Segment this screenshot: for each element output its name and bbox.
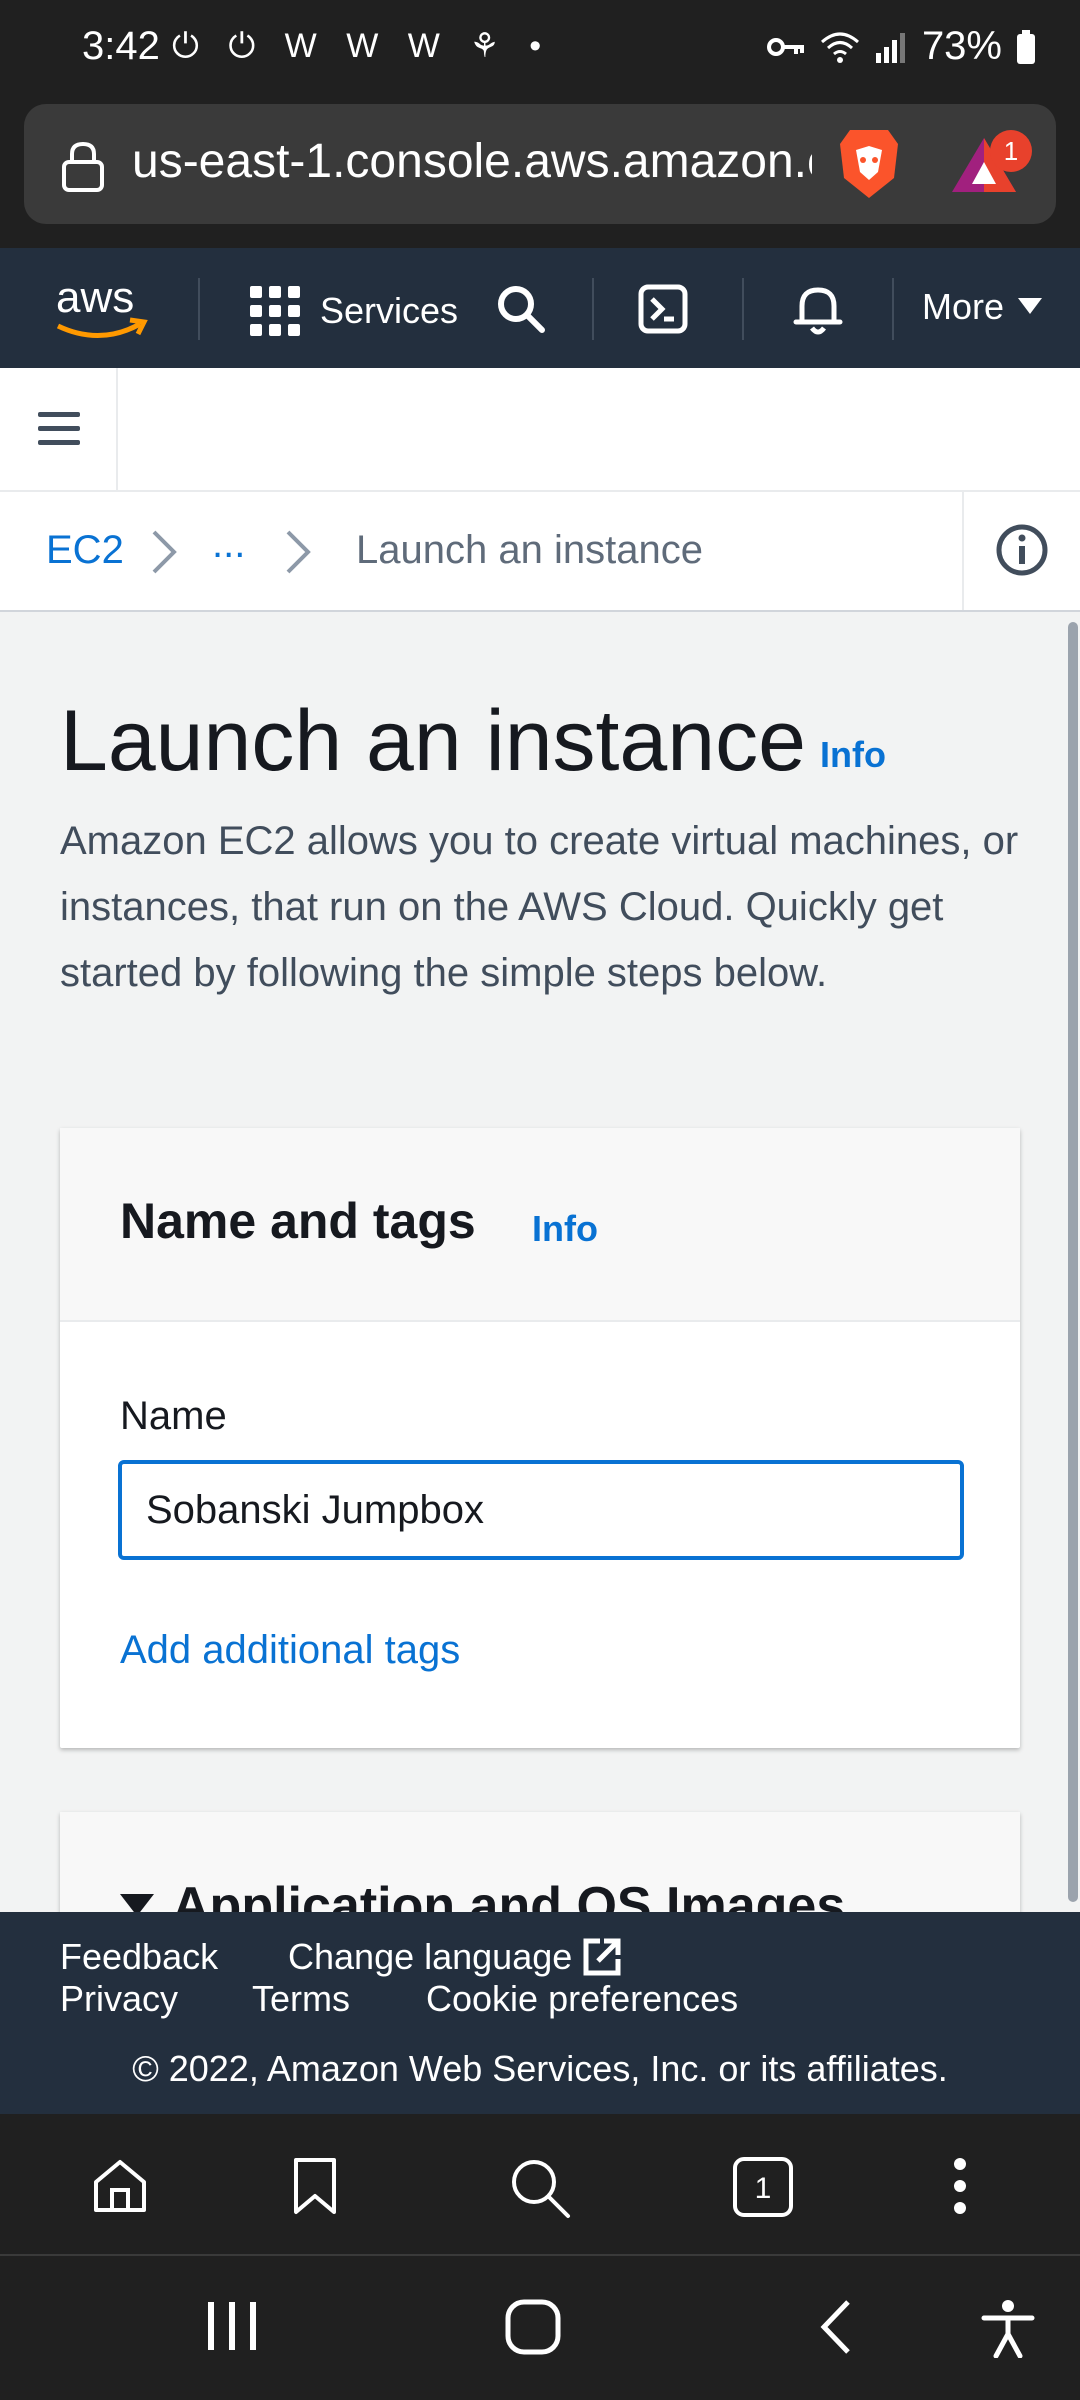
page-title: Launch an instance <box>60 693 806 789</box>
home-icon[interactable] <box>90 2156 150 2216</box>
services-label: Services <box>320 290 459 331</box>
tabs-icon[interactable]: 1 <box>732 2156 794 2218</box>
breadcrumb-ec2-link[interactable]: EC2 <box>46 528 124 573</box>
url-text[interactable]: us-east-1.console.aws.amazon.com/ec2/hom… <box>132 134 812 189</box>
search-icon[interactable] <box>508 2156 572 2220</box>
back-icon[interactable] <box>816 2298 856 2356</box>
console-footer: Feedback Change language Privacy Terms C… <box>0 1912 1080 2114</box>
more-label: More <box>922 286 1005 327</box>
panel-info-link[interactable]: Info <box>532 1208 598 1250</box>
search-icon[interactable] <box>496 284 546 334</box>
status-bar: 3:42 ⏻ ⏻ W W W ⚘ • 73% <box>0 0 1080 100</box>
hamburger-icon <box>38 412 80 417</box>
hamburger-icon <box>38 426 80 431</box>
panel-title[interactable]: Application and OS Images <box>120 1876 845 1912</box>
app-os-heading: Application and OS Images <box>172 1877 846 1912</box>
battery-percent: 73% <box>921 24 1002 68</box>
hamburger-icon <box>38 440 80 445</box>
external-link-icon <box>583 1938 621 1976</box>
panel-title: Name and tags <box>120 1193 476 1249</box>
change-language-link[interactable]: Change language <box>288 1936 622 1978</box>
nav-divider <box>592 278 594 340</box>
system-indicators: 73% <box>766 24 1036 69</box>
aws-logo[interactable]: aws <box>52 270 150 346</box>
name-input[interactable] <box>118 1460 964 1560</box>
battery-icon <box>1017 29 1035 64</box>
privacy-link[interactable]: Privacy <box>60 1978 178 2020</box>
main-content: Launch an instance Info Amazon EC2 allow… <box>0 612 1066 1912</box>
copyright: © 2022, Amazon Web Services, Inc. or its… <box>132 2048 948 2089</box>
wifi-icon <box>820 32 859 63</box>
nav-divider <box>198 278 200 340</box>
scrollbar-thumb[interactable] <box>1068 622 1078 1902</box>
side-nav-toggle-bar <box>0 368 1080 492</box>
nav-divider <box>892 278 894 340</box>
chevron-right-icon <box>152 530 177 574</box>
more-menu-button[interactable]: More <box>922 286 1043 328</box>
bookmark-icon[interactable] <box>290 2156 340 2216</box>
change-language-label: Change language <box>288 1936 573 1977</box>
info-panel-button[interactable] <box>962 492 1080 610</box>
terms-link[interactable]: Terms <box>252 1978 350 2020</box>
info-circle-icon <box>996 524 1048 576</box>
address-bar[interactable]: us-east-1.console.aws.amazon.com/ec2/hom… <box>24 104 1056 224</box>
accessibility-icon[interactable] <box>980 2298 1036 2358</box>
aws-logo-text: aws <box>56 273 134 322</box>
lock-icon[interactable] <box>60 140 106 192</box>
brave-shields-icon[interactable] <box>836 126 902 202</box>
tab-count: 1 <box>755 2172 772 2205</box>
android-nav-bar <box>0 2256 1080 2400</box>
add-additional-tags-link[interactable]: Add additional tags <box>120 1628 460 1673</box>
clock: 3:42 <box>82 24 160 68</box>
rewards-badge: 1 <box>990 130 1032 172</box>
services-menu-button[interactable]: Services <box>250 286 458 336</box>
aws-top-nav: aws Services More <box>0 248 1080 368</box>
home-nav-icon[interactable] <box>504 2298 562 2356</box>
feedback-link[interactable]: Feedback <box>60 1936 218 1978</box>
vpn-key-icon <box>766 37 804 56</box>
breadcrumb: EC2 ... Launch an instance <box>0 492 1080 612</box>
nav-divider <box>742 278 744 340</box>
name-label: Name <box>120 1394 227 1438</box>
caret-down-icon <box>1018 298 1043 314</box>
page-description: Amazon EC2 allows you to create virtual … <box>60 819 1019 995</box>
page-info-link[interactable]: Info <box>820 734 886 776</box>
signal-icon <box>875 32 905 63</box>
name-and-tags-panel: Name and tags Info Name Add additional t… <box>60 1128 1020 1748</box>
application-os-images-panel: Application and OS Images <box>60 1812 1020 1912</box>
caret-down-icon <box>120 1894 154 1912</box>
chevron-right-icon <box>286 530 311 574</box>
panel-header: Name and tags Info <box>60 1128 1020 1322</box>
breadcrumb-current: Launch an instance <box>356 528 703 572</box>
notification-icons: ⏻ ⏻ W W W ⚘ • <box>172 27 552 65</box>
overflow-menu-icon[interactable] <box>950 2156 970 2216</box>
recent-apps-icon[interactable] <box>204 2298 260 2354</box>
browser-toolbar: 1 <box>0 2114 1080 2256</box>
bell-icon[interactable] <box>792 282 844 336</box>
cookie-preferences-link[interactable]: Cookie preferences <box>426 1978 738 2020</box>
cloudshell-icon[interactable] <box>638 284 688 334</box>
hamburger-menu-button[interactable] <box>0 368 118 490</box>
grid-icon <box>250 286 300 336</box>
breadcrumb-ellipsis[interactable]: ... <box>212 522 245 567</box>
browser-address-area: us-east-1.console.aws.amazon.com/ec2/hom… <box>0 100 1080 248</box>
